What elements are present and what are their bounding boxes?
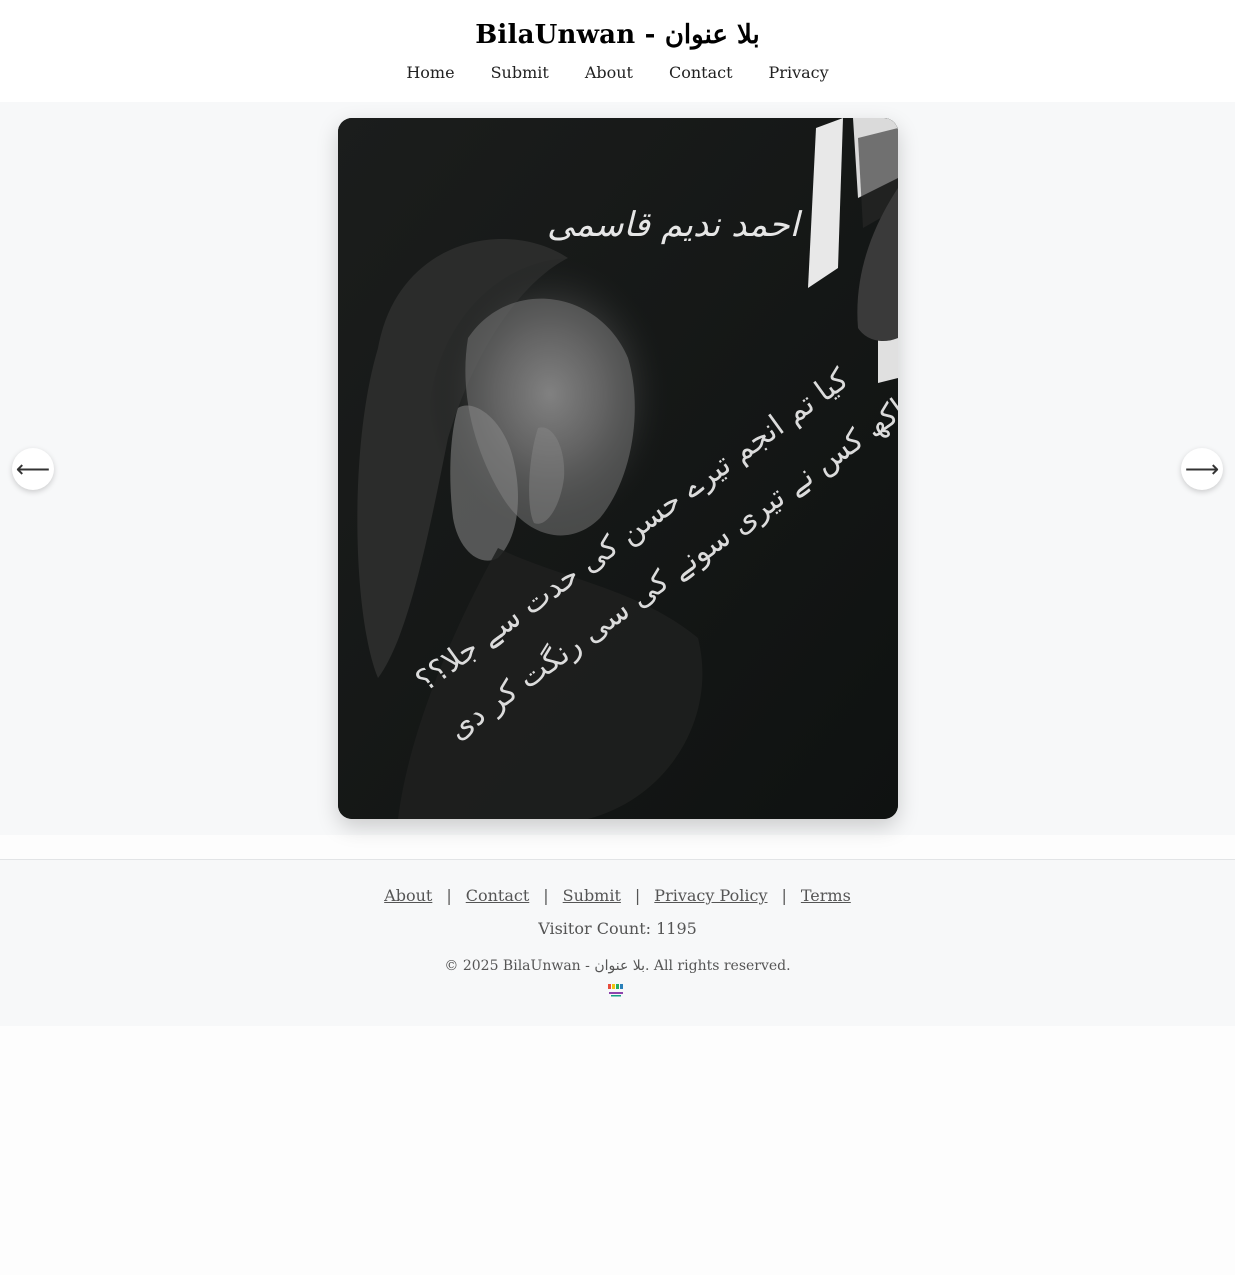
footer-contact-link[interactable]: Contact bbox=[466, 886, 530, 905]
next-slide-button[interactable]: ⟶ bbox=[1181, 448, 1223, 490]
nav-contact-link[interactable]: Contact bbox=[669, 63, 733, 82]
footer-separator: | bbox=[781, 886, 787, 905]
main-nav: Home Submit About Contact Privacy bbox=[0, 63, 1235, 82]
poetry-image-card[interactable]: احمد ندیم قاسمی کیا تم انجم تیرے حسن کی … bbox=[338, 118, 898, 819]
footer-separator: | bbox=[634, 886, 641, 905]
site-title[interactable]: BilaUnwan - بلا عنوان bbox=[0, 20, 1235, 50]
site-header: BilaUnwan - بلا عنوان Home Submit About … bbox=[0, 0, 1235, 102]
site-logo-icon bbox=[608, 984, 623, 997]
poetry-gallery: احمد ندیم قاسمی کیا تم انجم تیرے حسن کی … bbox=[0, 102, 1235, 835]
poet-name: احمد ندیم قاسمی bbox=[547, 205, 803, 245]
footer-separator: | bbox=[446, 886, 452, 905]
arrow-left-icon: ⟵ bbox=[15, 455, 51, 483]
visitor-count: Visitor Count: 1195 bbox=[538, 919, 697, 938]
footer-separator: | bbox=[543, 886, 549, 905]
arrow-right-icon: ⟶ bbox=[1184, 455, 1220, 483]
nav-home-link[interactable]: Home bbox=[406, 63, 454, 82]
prev-slide-button[interactable]: ⟵ bbox=[12, 448, 54, 490]
nav-privacy-link[interactable]: Privacy bbox=[769, 63, 829, 82]
footer-about-link[interactable]: About bbox=[384, 886, 432, 905]
poetry-image: احمد ندیم قاسمی کیا تم انجم تیرے حسن کی … bbox=[338, 118, 898, 819]
nav-about-link[interactable]: About bbox=[585, 63, 633, 82]
footer-submit-link[interactable]: Submit bbox=[563, 886, 621, 905]
copyright-notice: © 2025 BilaUnwan - بلا عنوان. All rights… bbox=[444, 958, 791, 974]
footer-terms-link[interactable]: Terms bbox=[801, 886, 851, 905]
site-footer: About | Contact | Submit | Privacy Polic… bbox=[0, 859, 1235, 1026]
footer-privacy-policy-link[interactable]: Privacy Policy bbox=[654, 886, 767, 905]
nav-submit-link[interactable]: Submit bbox=[491, 63, 549, 82]
footer-links: About | Contact | Submit | Privacy Polic… bbox=[0, 886, 1235, 905]
